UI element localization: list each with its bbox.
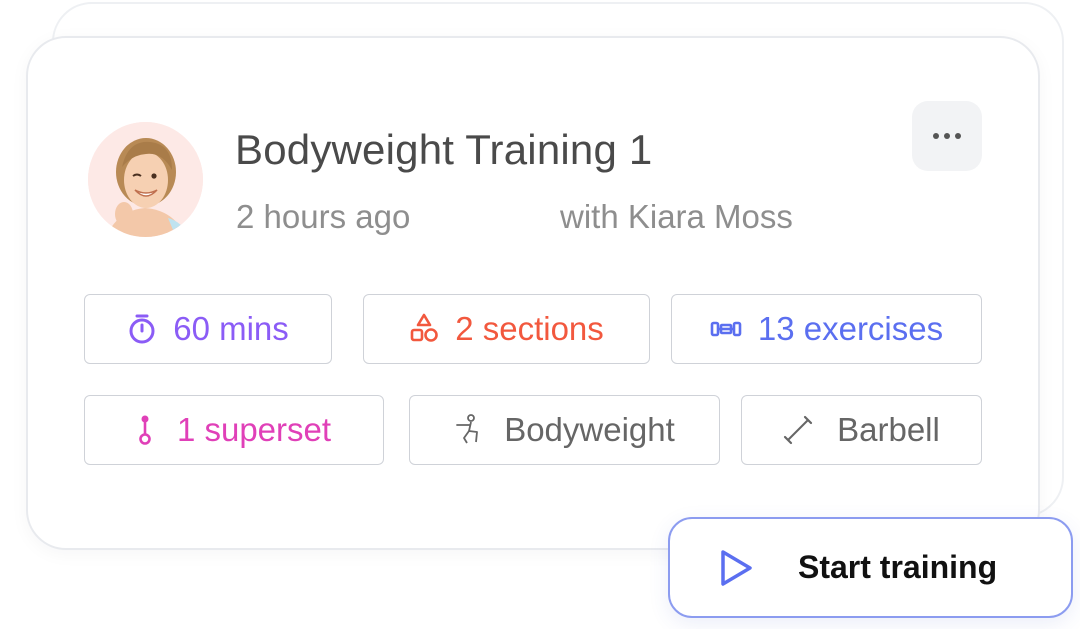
shapes-icon <box>409 313 439 345</box>
chip-bodyweight-label: Bodyweight <box>504 411 675 448</box>
barbell-icon <box>783 415 813 445</box>
start-training-label: Start training <box>798 549 998 585</box>
squat-figure-icon <box>454 414 484 446</box>
workout-card[interactable] <box>26 36 1040 550</box>
play-icon <box>718 548 754 588</box>
more-options-button[interactable] <box>912 101 982 171</box>
start-training-button[interactable]: Start training <box>668 517 1073 618</box>
chip-barbell-label: Barbell <box>837 411 940 448</box>
superset-icon <box>137 414 153 446</box>
chip-superset-label: 1 superset <box>176 411 332 448</box>
chip-barbell[interactable]: Barbell <box>741 395 982 465</box>
workout-card-stack: Bodyweight Training 1 2 hours ago with K… <box>0 0 1080 629</box>
stopwatch-icon <box>127 313 157 345</box>
time-ago: 2 hours ago <box>236 198 411 235</box>
chip-exercises[interactable]: 13 exercises <box>671 294 982 364</box>
chip-duration-label: 60 mins <box>173 310 289 347</box>
coach-name: with Kiara Moss <box>560 198 793 235</box>
chip-bodyweight[interactable]: Bodyweight <box>409 395 720 465</box>
chip-exercises-label: 13 exercises <box>757 310 944 347</box>
chip-sections-label: 2 sections <box>455 310 604 347</box>
workout-title: Bodyweight Training 1 <box>235 126 653 173</box>
chip-sections[interactable]: 2 sections <box>363 294 650 364</box>
dumbbell-icon <box>710 319 742 339</box>
more-horizontal-icon <box>933 133 961 139</box>
chip-superset[interactable]: 1 superset <box>84 395 384 465</box>
avatar <box>88 122 203 237</box>
chip-duration[interactable]: 60 mins <box>84 294 332 364</box>
